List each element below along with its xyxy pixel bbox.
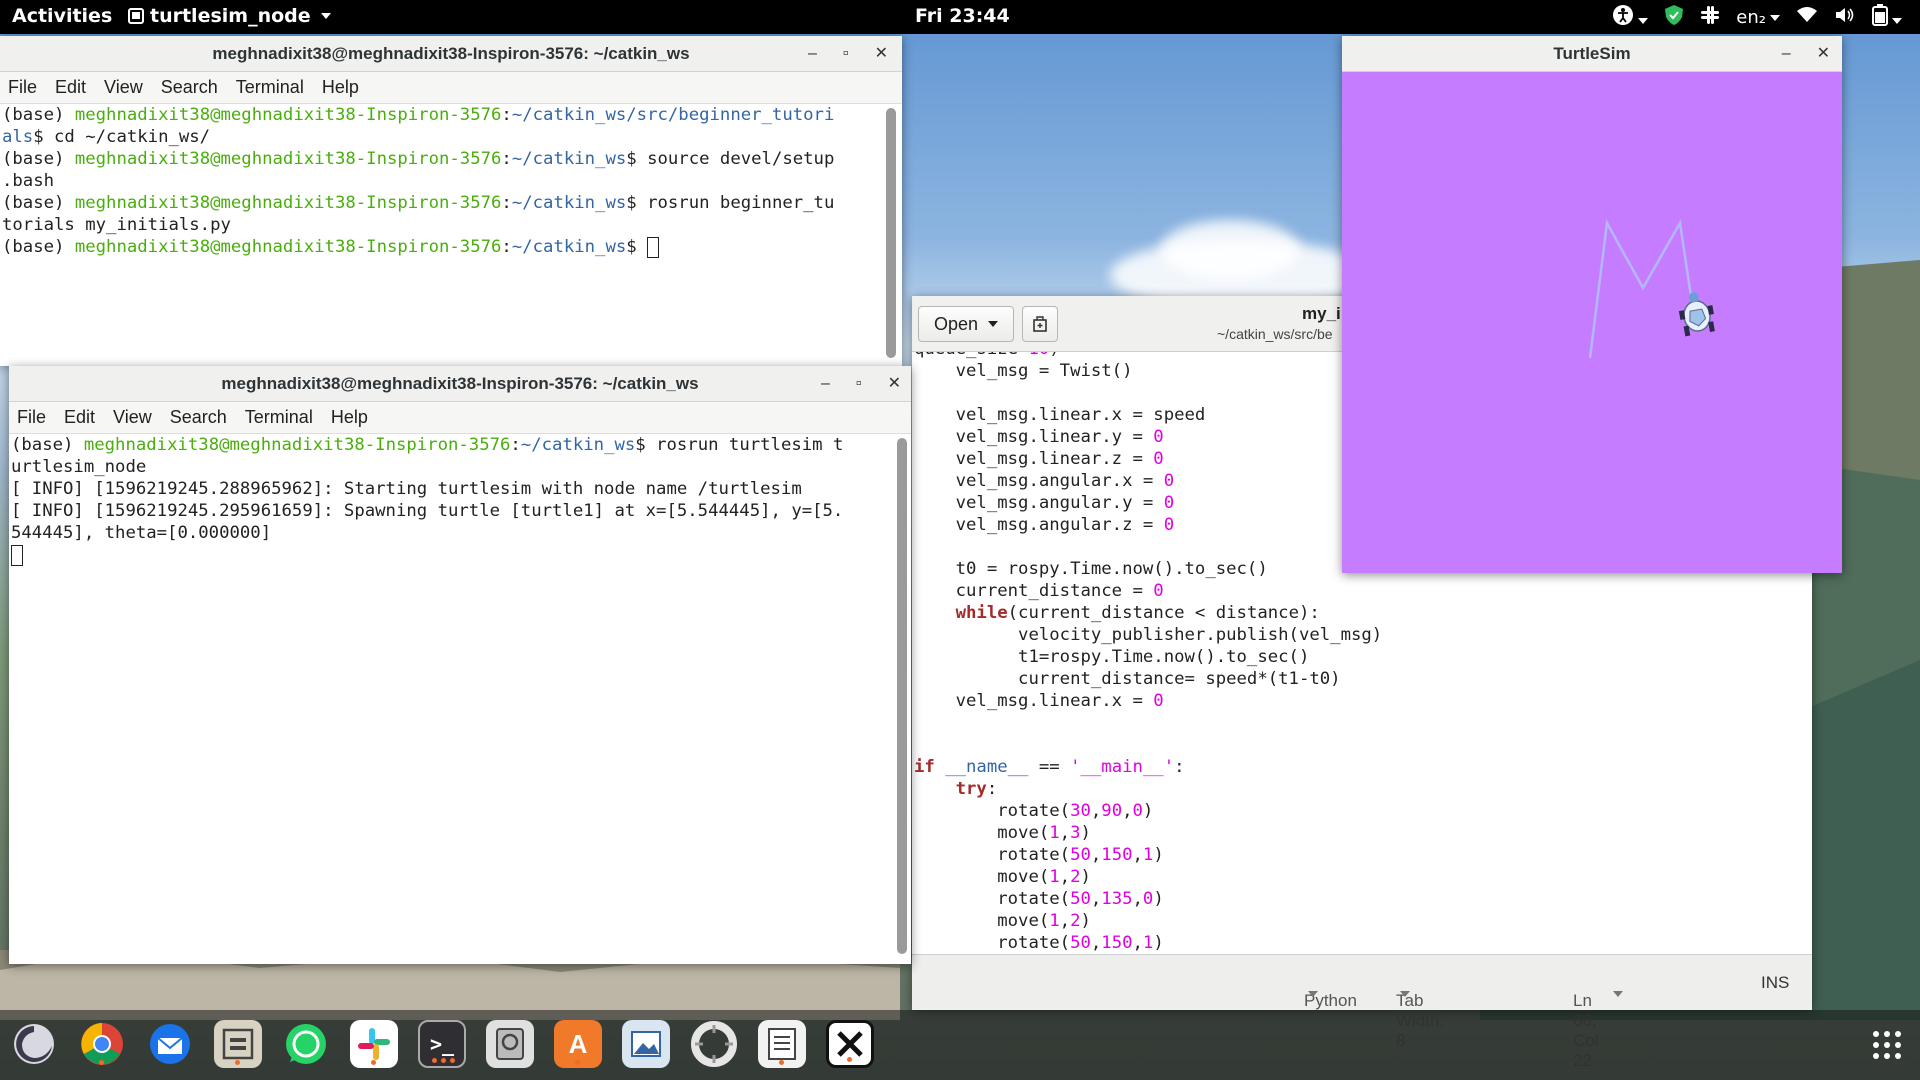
chevron-down-icon <box>320 13 331 19</box>
menu-file[interactable]: File <box>8 77 37 98</box>
activities-button[interactable]: Activities <box>12 5 112 27</box>
window-title: TurtleSim <box>1553 44 1631 63</box>
open-button[interactable]: Open <box>918 306 1014 342</box>
terminal-app-icon <box>128 8 144 24</box>
terminal-2-output[interactable]: (base) meghnadixit38@meghnadixit38-Inspi… <box>11 434 891 954</box>
app-menu[interactable]: turtlesim_node <box>128 5 331 27</box>
terminal-2-scrollbar[interactable] <box>897 438 907 954</box>
text-editor-icon[interactable] <box>758 1020 806 1068</box>
turtlesim-canvas <box>1588 219 1715 359</box>
close-icon[interactable]: ✕ <box>1817 36 1830 72</box>
text-cursor <box>11 545 23 566</box>
terminal-line: 544445], theta=[0.000000] <box>11 523 272 543</box>
terminal-line: als$ cd ~/catkin_ws/ <box>2 127 211 147</box>
whatsapp-icon[interactable] <box>282 1020 330 1068</box>
menu-help[interactable]: Help <box>331 407 368 428</box>
editor-status-bar: Python Tab Width: 8 Ln 66, Col 22 INS <box>912 954 1812 1070</box>
turtlesim-window: TurtleSim – ✕ <box>1342 36 1842 573</box>
window-title: meghnadixit38@meghnadixit38-Inspiron-357… <box>212 44 690 63</box>
terminal-line: (base) meghnadixit38@meghnadixit38-Inspi… <box>2 236 882 258</box>
menu-terminal[interactable]: Terminal <box>236 77 304 98</box>
terminal-2-menubar: File Edit View Search Terminal Help <box>9 402 911 434</box>
terminal-window-2: meghnadixit38@meghnadixit38-Inspiron-357… <box>9 366 911 964</box>
menu-search[interactable]: Search <box>170 407 227 428</box>
terminal-window-1: meghnadixit38@meghnadixit38-Inspiron-357… <box>0 36 902 366</box>
menu-help[interactable]: Help <box>322 77 359 98</box>
terminal-line: torials my_initials.py <box>2 215 231 235</box>
terminal-2-titlebar[interactable]: meghnadixit38@meghnadixit38-Inspiron-357… <box>9 366 911 402</box>
terminal-line: urtlesim_node <box>11 457 147 477</box>
document-add-icon <box>1033 316 1047 332</box>
text-cursor <box>647 237 660 258</box>
menu-edit[interactable]: Edit <box>55 77 86 98</box>
battery-icon[interactable] <box>1872 4 1902 31</box>
menu-terminal[interactable]: Terminal <box>245 407 313 428</box>
maximize-icon[interactable]: ▫ <box>856 366 862 402</box>
volume-icon[interactable] <box>1834 6 1856 29</box>
chevron-down-icon <box>988 321 999 327</box>
code-text[interactable]: queue_size=10) vel_msg = Twist() vel_msg… <box>914 352 1382 954</box>
terminal-1-scrollbar[interactable] <box>886 108 896 358</box>
editor-file-path: ~/catkin_ws/src/be <box>1217 326 1333 342</box>
wallpaper-cloud <box>1160 220 1300 280</box>
terminal-line: [ INFO] [1596219245.288965962]: Starting… <box>11 479 802 499</box>
terminal-line: (base) meghnadixit38@meghnadixit38-Inspi… <box>11 435 844 455</box>
new-tab-button[interactable] <box>1022 306 1058 342</box>
chrome-icon[interactable] <box>78 1020 126 1068</box>
shield-icon[interactable] <box>1664 4 1684 31</box>
turtle-path <box>1588 219 1694 359</box>
terminal-line: (base) meghnadixit38@meghnadixit38-Inspi… <box>2 149 835 169</box>
keyboard-layout[interactable]: en₂ <box>1736 7 1780 28</box>
terminal-1-titlebar[interactable]: meghnadixit38@meghnadixit38-Inspiron-357… <box>0 36 902 72</box>
terminal-1-menubar: File Edit View Search Terminal Help <box>0 72 902 104</box>
turtle-icon <box>1678 292 1715 337</box>
maximize-icon[interactable]: ▫ <box>843 36 849 72</box>
image-viewer-icon[interactable] <box>622 1020 670 1068</box>
top-bar: Activities turtlesim_node Fri 23:44 en₂ <box>0 0 1920 34</box>
editor-file-title: my_i <box>1302 304 1341 323</box>
window-title: meghnadixit38@meghnadixit38-Inspiron-357… <box>221 374 699 393</box>
slack-tray-icon[interactable] <box>1700 5 1720 30</box>
turtlesim-titlebar[interactable]: TurtleSim – ✕ <box>1342 36 1842 72</box>
app-menu-label: turtlesim_node <box>150 5 311 27</box>
minimize-icon[interactable]: – <box>808 36 817 72</box>
terminal-line: [ INFO] [1596219245.295961659]: Spawning… <box>11 501 844 521</box>
slack-icon[interactable] <box>350 1020 398 1068</box>
show-applications-icon[interactable] <box>1872 1030 1902 1064</box>
dock: >_ A <box>0 1010 1920 1080</box>
menu-edit[interactable]: Edit <box>64 407 95 428</box>
clock[interactable]: Fri 23:44 <box>915 5 1010 27</box>
terminal-icon[interactable]: >_ <box>418 1020 466 1068</box>
help-icon[interactable] <box>690 1020 738 1068</box>
thunderbird-icon[interactable] <box>146 1020 194 1068</box>
terminal-line: (base) meghnadixit38@meghnadixit38-Inspi… <box>2 105 835 125</box>
menu-search[interactable]: Search <box>161 77 218 98</box>
minimize-icon[interactable]: – <box>821 366 830 402</box>
menu-view[interactable]: View <box>113 407 152 428</box>
disks-icon[interactable] <box>486 1020 534 1068</box>
software-center-icon[interactable]: A <box>554 1020 602 1068</box>
close-icon[interactable]: ✕ <box>875 36 888 72</box>
minimize-icon[interactable]: – <box>1782 36 1791 72</box>
wifi-icon[interactable] <box>1796 6 1818 29</box>
accessibility-icon[interactable] <box>1612 4 1649 31</box>
terminal-1-output[interactable]: (base) meghnadixit38@meghnadixit38-Inspi… <box>2 104 882 360</box>
terminal-line: .bash <box>2 171 55 191</box>
insert-mode: INS <box>1761 973 1790 992</box>
open-button-label: Open <box>933 313 979 334</box>
archive-manager-icon[interactable] <box>214 1020 262 1068</box>
menu-file[interactable]: File <box>17 407 46 428</box>
x-app-icon[interactable] <box>826 1020 874 1068</box>
close-icon[interactable]: ✕ <box>888 366 901 402</box>
system-tray[interactable]: en₂ <box>1612 4 1902 31</box>
terminal-line: (base) meghnadixit38@meghnadixit38-Inspi… <box>2 193 835 213</box>
menu-view[interactable]: View <box>104 77 143 98</box>
firefox-icon[interactable] <box>10 1020 58 1068</box>
